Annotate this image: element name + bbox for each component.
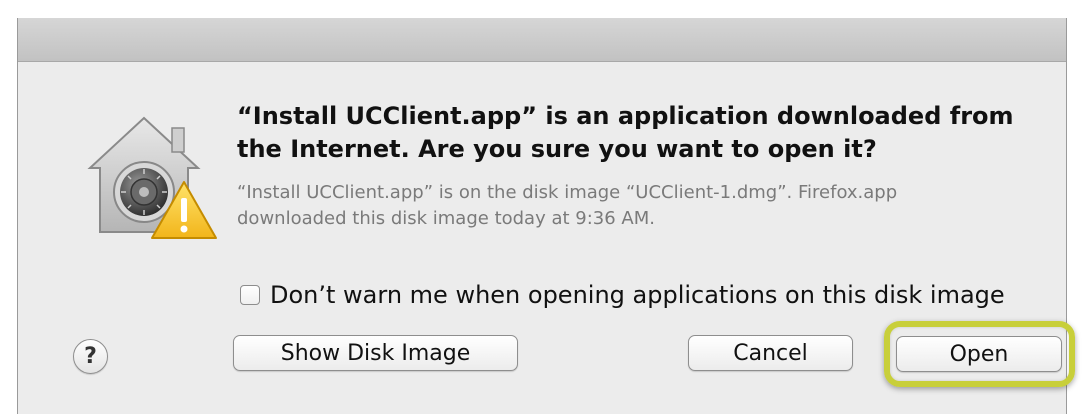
dialog-detail-text: “Install UCClient.app” is on the disk im… (237, 180, 1057, 232)
dialog-headline: “Install UCClient.app” is an application… (237, 100, 1037, 166)
detail-line-2: downloaded this disk image today at 9:36… (237, 208, 655, 229)
dialog-titlebar[interactable] (18, 18, 1066, 62)
cancel-button[interactable]: Cancel (688, 335, 853, 371)
dont-warn-checkbox-row[interactable]: Don’t warn me when opening applications … (240, 280, 1005, 310)
show-disk-image-button[interactable]: Show Disk Image (233, 335, 518, 371)
open-button[interactable]: Open (896, 336, 1062, 372)
detail-line-1: “Install UCClient.app” is on the disk im… (237, 182, 898, 203)
headline-line-2: the Internet. Are you sure you want to o… (237, 135, 877, 163)
headline-line-1: “Install UCClient.app” is an application… (237, 102, 1014, 130)
security-dialog: “Install UCClient.app” is an application… (17, 18, 1075, 414)
dont-warn-checkbox[interactable] (240, 285, 260, 305)
help-button[interactable]: ? (73, 339, 108, 374)
dont-warn-label[interactable]: Don’t warn me when opening applications … (270, 281, 1005, 309)
gatekeeper-warning-icon (80, 106, 220, 246)
